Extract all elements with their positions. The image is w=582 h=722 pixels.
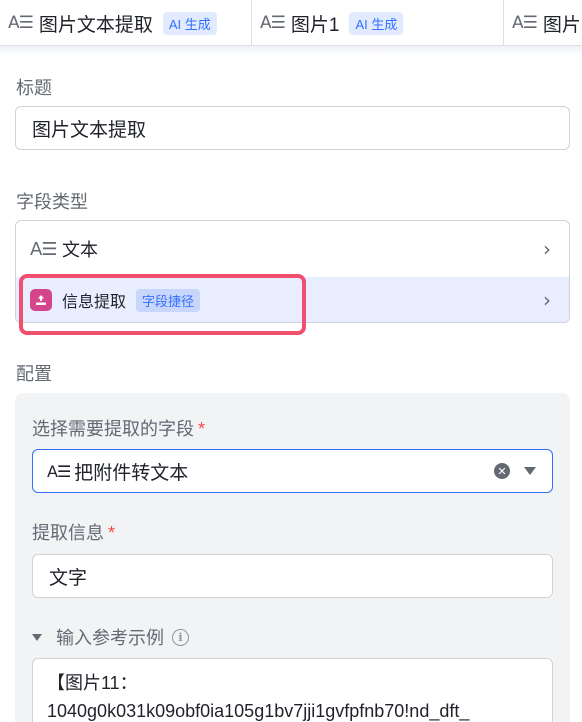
field-type-label-text: 文本 bbox=[62, 240, 98, 260]
config-label: 配置 bbox=[16, 364, 52, 384]
text-field-icon: A☰ bbox=[47, 461, 71, 481]
column-name: 图片文本提取 bbox=[38, 14, 153, 36]
title-label: 标题 bbox=[16, 78, 52, 98]
reference-example-toggle[interactable]: 输入参考示例 i bbox=[32, 624, 189, 650]
chevron-right-icon: › bbox=[543, 237, 551, 261]
reference-example-textarea[interactable]: 【图片11： 1040g0k031k09obf0ia105g1bv7jji1gv… bbox=[32, 658, 553, 722]
caret-down-icon[interactable] bbox=[524, 467, 536, 475]
column-header-1[interactable]: A☰ 图片文本提取 AI 生成 bbox=[0, 0, 252, 46]
info-extract-icon bbox=[30, 289, 52, 311]
required-mark: * bbox=[108, 523, 116, 543]
field-type-label: 字段类型 bbox=[16, 192, 88, 212]
column-name: 图片1 bbox=[290, 14, 340, 36]
field-type-option-info-extract[interactable]: 信息提取 字段捷径 › bbox=[16, 277, 569, 322]
column-header-3[interactable]: A☰ 图片 bbox=[504, 0, 582, 46]
ai-generated-badge: AI 生成 bbox=[349, 11, 404, 35]
info-icon[interactable]: i bbox=[172, 628, 189, 646]
caret-down-icon bbox=[32, 633, 42, 641]
text-field-icon: A☰ bbox=[512, 13, 538, 33]
title-input[interactable]: 图片文本提取 bbox=[15, 106, 570, 150]
text-field-icon: A☰ bbox=[260, 13, 286, 33]
select-field-label: 选择需要提取的字段 * bbox=[32, 415, 205, 441]
text-field-icon: A☰ bbox=[8, 13, 34, 33]
column-header-strip: A☰ 图片文本提取 AI 生成 A☰ 图片1 AI 生成 A☰ 图片 bbox=[0, 0, 582, 46]
source-field-select[interactable]: A☰ 把附件转文本 ✕ bbox=[32, 449, 553, 493]
column-name: 图片 bbox=[542, 14, 581, 36]
header-shadow bbox=[0, 46, 582, 56]
column-header-2[interactable]: A☰ 图片1 AI 生成 bbox=[252, 0, 504, 46]
extract-info-label: 提取信息 * bbox=[32, 519, 115, 545]
chevron-right-icon: › bbox=[543, 288, 551, 312]
text-field-icon: A☰ bbox=[30, 238, 57, 260]
required-mark: * bbox=[198, 419, 206, 439]
field-type-label-info-extract: 信息提取 bbox=[62, 294, 127, 311]
select-field-label-text: 选择需要提取的字段 bbox=[32, 419, 194, 439]
reference-line: 1040g0k031k09obf0ia105g1bv7jji1gvfpfnb70… bbox=[47, 701, 470, 721]
extract-info-input[interactable]: 文字 bbox=[32, 554, 553, 598]
reference-example-label: 输入参考示例 bbox=[56, 628, 164, 648]
extract-info-label-text: 提取信息 bbox=[32, 523, 104, 543]
field-type-list: A☰ 文本 › 信息提取 字段捷径 › bbox=[15, 220, 570, 323]
clear-icon[interactable]: ✕ bbox=[494, 463, 510, 479]
reference-line: 【图片11： bbox=[47, 673, 138, 693]
selected-field-value: 把附件转文本 bbox=[74, 462, 189, 484]
ai-generated-badge: AI 生成 bbox=[162, 11, 217, 35]
field-shortcut-badge: 字段捷径 bbox=[136, 288, 201, 312]
config-panel: 选择需要提取的字段 * A☰ 把附件转文本 ✕ 提取信息 * 文字 输入参考示例 i… bbox=[15, 393, 570, 722]
field-type-option-text[interactable]: A☰ 文本 › bbox=[16, 221, 569, 277]
